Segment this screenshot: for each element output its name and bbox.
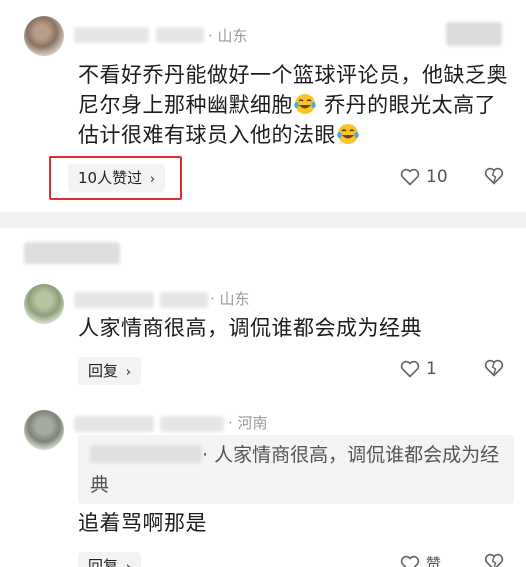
dislike-button[interactable]	[484, 359, 504, 377]
like-button[interactable]: 1	[400, 359, 437, 379]
username-blurred[interactable]	[156, 27, 204, 43]
broken-heart-icon	[484, 359, 504, 377]
avatar[interactable]	[24, 410, 64, 450]
laughing-crying-emoji-icon	[336, 123, 360, 145]
reply-text: 追着骂啊那是	[78, 511, 207, 535]
chevron-right-icon: ›	[125, 365, 131, 380]
like-count: 10	[426, 167, 448, 187]
avatar[interactable]	[24, 16, 64, 56]
quoted-reply[interactable]: · 人家情商很高，调侃谁都会成为经典	[78, 435, 514, 504]
reply-location: · 山东	[210, 290, 250, 308]
reply-button[interactable]: 回复 ›	[78, 552, 141, 567]
like-button[interactable]: 10	[400, 167, 448, 187]
chevron-right-icon: ›	[126, 560, 131, 567]
quoted-reply-text: · 人家情商很高，调侃谁都会成为经典	[90, 440, 510, 500]
username-blurred[interactable]	[160, 416, 224, 432]
heart-icon	[400, 555, 420, 567]
dislike-button[interactable]	[484, 553, 504, 567]
reply-button[interactable]: 回复 ›	[78, 357, 141, 385]
avatar[interactable]	[24, 284, 64, 324]
highlight-box	[49, 156, 182, 200]
tag-blurred	[446, 22, 502, 46]
reply-button-label: 回复	[88, 557, 119, 567]
reply-text: 人家情商很高，调侃谁都会成为经典	[78, 316, 422, 340]
reply-location: · 河南	[228, 414, 268, 432]
dislike-button[interactable]	[484, 167, 504, 185]
laughing-crying-emoji-icon	[293, 93, 317, 115]
like-button[interactable]: 赞	[400, 553, 441, 567]
username-blurred[interactable]	[74, 292, 154, 308]
broken-heart-icon	[484, 553, 504, 567]
reply-button-label: 回复	[88, 362, 119, 380]
username-blurred[interactable]	[74, 27, 149, 43]
heart-icon	[400, 360, 420, 378]
like-count: 1	[426, 359, 437, 379]
broken-heart-icon	[484, 167, 504, 185]
username-blurred[interactable]	[160, 292, 208, 308]
like-count: 赞	[426, 555, 442, 567]
section-header-blurred	[24, 242, 120, 264]
heart-icon	[400, 168, 420, 186]
comment-text: 不看好乔丹能做好一个篮球评论员，他缺乏奥尼尔身上那种幽默细胞 乔丹的眼光太高了 …	[78, 60, 510, 150]
quoted-username-blurred	[90, 445, 202, 463]
comment-location: · 山东	[208, 27, 248, 45]
comment-card: · 山东 不看好乔丹能做好一个篮球评论员，他缺乏奥尼尔身上那种幽默细胞 乔丹的眼…	[0, 0, 526, 212]
username-blurred[interactable]	[74, 416, 154, 432]
